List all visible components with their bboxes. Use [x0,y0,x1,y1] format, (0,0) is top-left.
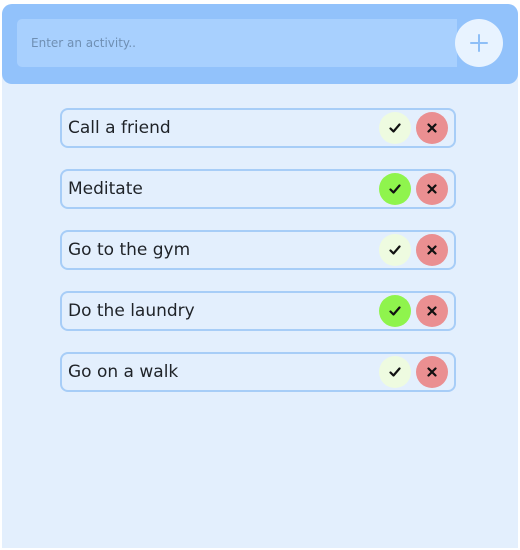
activity-label: Meditate [68,179,143,199]
check-icon [389,184,401,194]
complete-button[interactable] [379,234,411,266]
complete-button[interactable] [379,112,411,144]
activity-label: Do the laundry [68,301,195,321]
close-icon [427,245,437,255]
delete-button[interactable] [416,356,448,388]
close-icon [427,123,437,133]
close-icon [427,184,437,194]
activity-input-wrapper [17,19,457,67]
activity-item: Call a friend [60,108,456,148]
activity-input[interactable] [17,19,457,67]
activity-label: Go to the gym [68,240,191,260]
close-icon [427,306,437,316]
todo-app: Call a friend Meditate [2,4,518,548]
check-icon [389,245,401,255]
close-icon [427,367,437,377]
delete-button[interactable] [416,173,448,205]
header-bar [2,4,518,84]
complete-button[interactable] [379,173,411,205]
activity-label: Go on a walk [68,362,179,382]
activity-item: Do the laundry [60,291,456,331]
delete-button[interactable] [416,234,448,266]
check-icon [389,123,401,133]
delete-button[interactable] [416,112,448,144]
check-icon [389,367,401,377]
delete-button[interactable] [416,295,448,327]
activity-item: Meditate [60,169,456,209]
activity-item: Go on a walk [60,352,456,392]
activity-label: Call a friend [68,118,171,138]
complete-button[interactable] [379,295,411,327]
check-icon [389,306,401,316]
plus-icon [470,34,488,52]
add-activity-button[interactable] [455,19,503,67]
complete-button[interactable] [379,356,411,388]
activity-item: Go to the gym [60,230,456,270]
